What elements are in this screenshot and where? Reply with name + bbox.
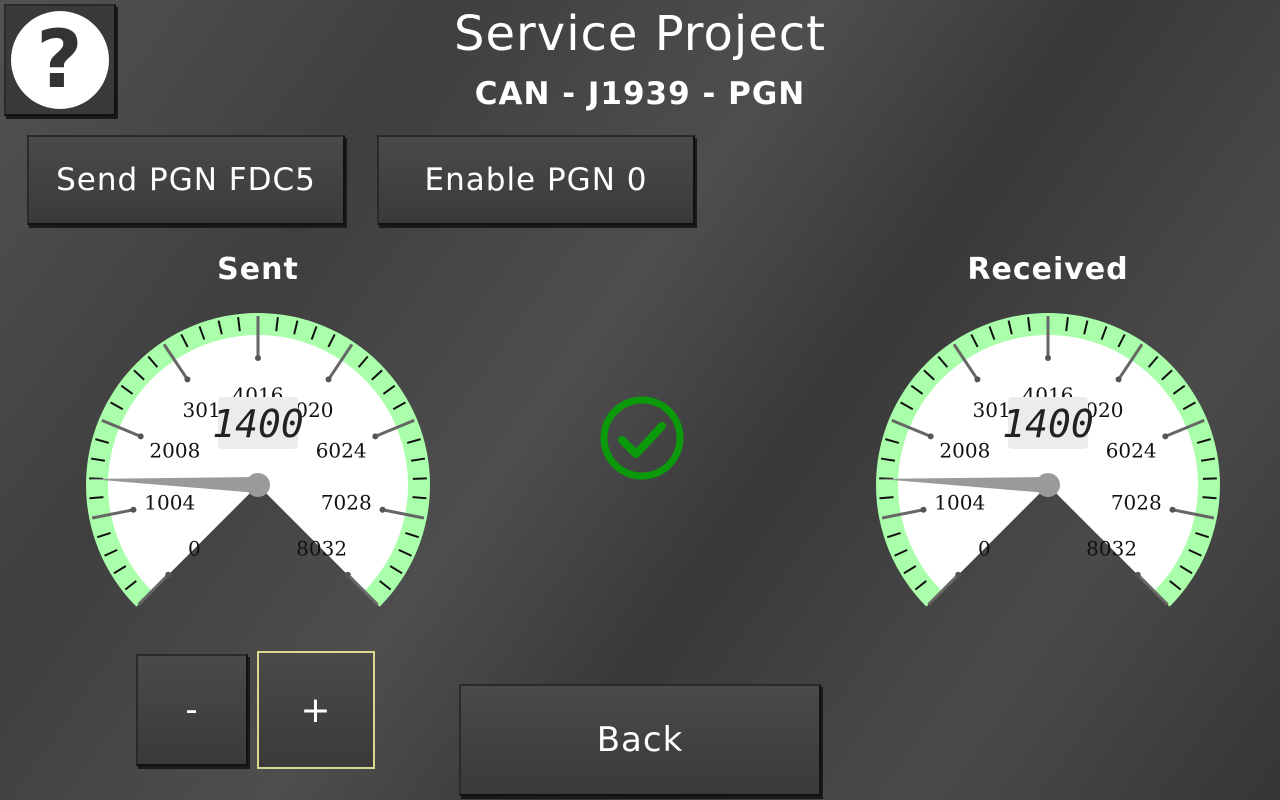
increase-button[interactable]: +	[257, 651, 375, 769]
gauge-tick-label: 1004	[934, 491, 985, 515]
gauge-tick-label: 8032	[1086, 537, 1137, 561]
gauge-tick-dot	[974, 376, 981, 383]
page-title: Service Project	[454, 6, 826, 62]
decrease-button[interactable]: -	[136, 654, 248, 766]
gauge-minor-tick	[412, 477, 427, 480]
check-circle-icon	[600, 396, 684, 480]
gauge-minor-tick	[412, 496, 427, 500]
gauge-tick-label: 6024	[316, 439, 367, 463]
gauge-tick-label: 0	[188, 537, 201, 561]
back-button[interactable]: Back	[459, 684, 821, 796]
gauge-minor-tick	[89, 496, 104, 500]
gauge-hub	[246, 473, 270, 497]
gauge-lcd-value: 1400	[212, 402, 304, 446]
gauge-tick-dot	[920, 506, 927, 513]
gauge-minor-tick	[1202, 477, 1217, 480]
gauge-tick-dot	[325, 376, 332, 383]
gauge-tick-dot	[184, 376, 191, 383]
gauge-tick-label: 6024	[1106, 439, 1157, 463]
gauge-hub	[1036, 473, 1060, 497]
gauge-minor-tick	[1202, 496, 1217, 500]
received-gauge: 0100420083012401650206024702880321400	[876, 313, 1220, 607]
gauge-tick-label: 7028	[1111, 491, 1162, 515]
gauge-tick-dot	[1162, 433, 1169, 440]
gauge-tick-label: 1004	[144, 491, 195, 515]
gauge-lcd-value: 1400	[1002, 402, 1094, 446]
gauge-tick-dot	[165, 571, 172, 578]
gauge-tick-label: 8032	[296, 537, 347, 561]
send-pgn-button[interactable]: Send PGN FDC5	[27, 135, 345, 225]
gauge-tick-dot	[255, 355, 261, 361]
gauge-tick-dot	[137, 433, 144, 440]
gauge-tick-dot	[955, 571, 962, 578]
gauge-tick-dot	[379, 506, 386, 513]
sent-gauge-label: Sent	[217, 252, 299, 287]
gauge-tick-label: 0	[978, 537, 991, 561]
enable-pgn-button[interactable]: Enable PGN 0	[377, 135, 695, 225]
gauge-minor-tick	[879, 496, 894, 500]
sent-gauge: 0100420083012401650206024702880321400	[86, 313, 431, 607]
gauge-tick-dot	[344, 571, 351, 578]
gauge-tick-dot	[927, 433, 934, 440]
page-subtitle: CAN - J1939 - PGN	[474, 76, 806, 112]
gauge-tick-dot	[1045, 355, 1051, 361]
gauge-tick-dot	[130, 506, 137, 513]
gauge-tick-dot	[1169, 506, 1176, 513]
gauge-tick-dot	[372, 433, 379, 440]
gauge-tick-label: 7028	[321, 491, 372, 515]
gauge-tick-dot	[1134, 571, 1141, 578]
gauge-tick-label: 2008	[939, 439, 990, 463]
received-gauge-label: Received	[967, 252, 1129, 287]
gauge-tick-dot	[1115, 376, 1122, 383]
gauge-tick-label: 2008	[149, 439, 200, 463]
